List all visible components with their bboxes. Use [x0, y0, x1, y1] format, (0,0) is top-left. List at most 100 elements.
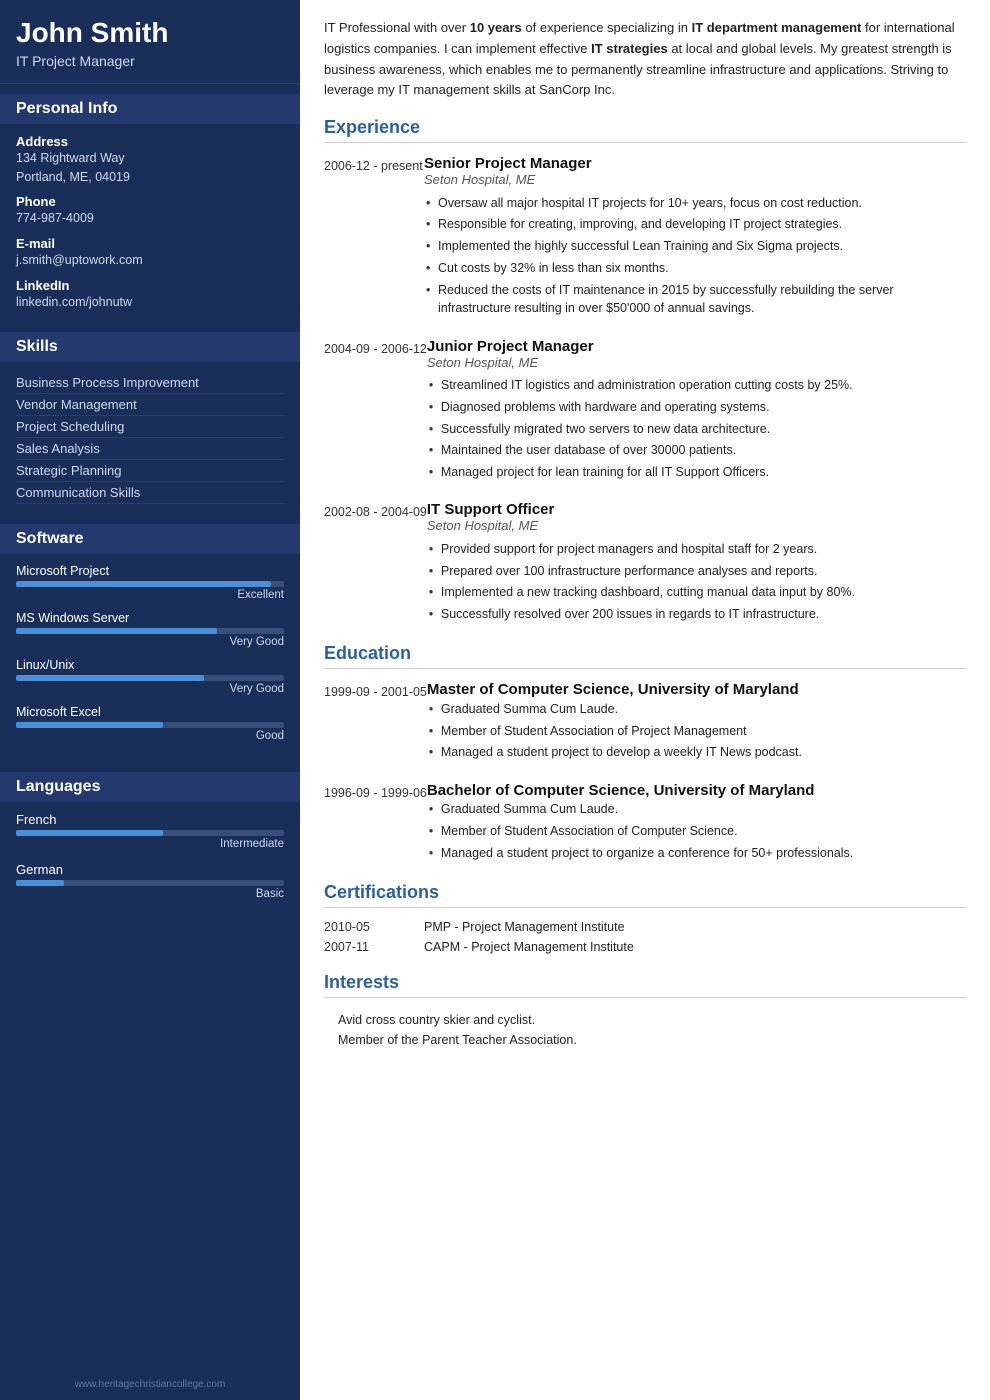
- bullet-item: Graduated Summa Cum Laude.: [427, 799, 966, 821]
- entry-company: Seton Hospital, ME: [427, 355, 966, 370]
- linkedin-label: LinkedIn: [16, 278, 284, 293]
- bullet-item: Implemented the highly successful Lean T…: [424, 236, 966, 258]
- email-value: j.smith@uptowork.com: [16, 251, 284, 270]
- phone-value: 774-987-4009: [16, 209, 284, 228]
- address-line1: 134 Rightward Way: [16, 149, 284, 168]
- software-bar: [16, 628, 284, 634]
- skill-item: Sales Analysis: [16, 438, 284, 460]
- skill-item: Project Scheduling: [16, 416, 284, 438]
- entry-date: 1996-09 - 1999-06: [324, 782, 427, 864]
- software-item: Linux/Unix Very Good: [16, 658, 284, 695]
- bullet-item: Managed a student project to develop a w…: [427, 742, 966, 764]
- certifications-section: Certifications 2010-05PMP - Project Mana…: [324, 882, 966, 954]
- interests-section: Interests Avid cross country skier and c…: [324, 972, 966, 1050]
- bullet-item: Cut costs by 32% in less than six months…: [424, 257, 966, 279]
- language-level: Intermediate: [16, 838, 284, 850]
- software-item: MS Windows Server Very Good: [16, 611, 284, 648]
- entry-date: 2002-08 - 2004-09: [324, 501, 427, 625]
- entry-title: Master of Computer Science, University o…: [427, 681, 966, 698]
- cert-date: 2010-05: [324, 920, 424, 934]
- skills-title: Skills: [0, 332, 300, 362]
- experience-section: Experience 2006-12 - presentSenior Proje…: [324, 117, 966, 625]
- entry-company: Seton Hospital, ME: [427, 518, 966, 533]
- entry-date: 2006-12 - present: [324, 155, 424, 320]
- personal-info-section: Personal Info Address 134 Rightward Way …: [0, 84, 300, 322]
- software-name: Microsoft Excel: [16, 705, 284, 719]
- sidebar: John Smith IT Project Manager Personal I…: [0, 0, 300, 1400]
- entry-body: Junior Project ManagerSeton Hospital, ME…: [427, 338, 966, 484]
- cert-name: CAPM - Project Management Institute: [424, 940, 634, 954]
- education-section: Education 1999-09 - 2001-05Master of Com…: [324, 643, 966, 864]
- language-item: French Intermediate: [16, 812, 284, 850]
- skills-section: Skills Business Process ImprovementVendo…: [0, 322, 300, 514]
- email-label: E-mail: [16, 236, 284, 251]
- entry-date: 2004-09 - 2006-12: [324, 338, 427, 484]
- languages-title: Languages: [0, 772, 300, 802]
- software-title: Software: [0, 524, 300, 554]
- education-entry: 1999-09 - 2001-05Master of Computer Scie…: [324, 681, 966, 763]
- bullet-item: Graduated Summa Cum Laude.: [427, 698, 966, 720]
- candidate-name: John Smith: [16, 18, 284, 49]
- bullet-item: Member of Student Association of Project…: [427, 720, 966, 742]
- interests-title: Interests: [324, 972, 966, 998]
- experience-entry: 2006-12 - presentSenior Project ManagerS…: [324, 155, 966, 320]
- software-name: Linux/Unix: [16, 658, 284, 672]
- language-bar: [16, 880, 284, 886]
- software-level: Excellent: [16, 589, 284, 601]
- entry-title: Senior Project Manager: [424, 155, 966, 172]
- education-entry: 1996-09 - 1999-06Bachelor of Computer Sc…: [324, 782, 966, 864]
- cert-date: 2007-11: [324, 940, 424, 954]
- skill-item: Vendor Management: [16, 394, 284, 416]
- software-name: MS Windows Server: [16, 611, 284, 625]
- sidebar-header: John Smith IT Project Manager: [0, 0, 300, 84]
- software-section: Software Microsoft Project Excellent MS Wi…: [0, 514, 300, 762]
- software-item: Microsoft Excel Good: [16, 705, 284, 742]
- bullet-item: Responsible for creating, improving, and…: [424, 214, 966, 236]
- language-level: Basic: [16, 888, 284, 900]
- bullet-item: Implemented a new tracking dashboard, cu…: [427, 582, 966, 604]
- bullet-item: Provided support for project managers an…: [427, 538, 966, 560]
- software-bar: [16, 581, 284, 587]
- skill-item: Strategic Planning: [16, 460, 284, 482]
- phone-label: Phone: [16, 194, 284, 209]
- personal-info-title: Personal Info: [0, 94, 300, 124]
- software-bar: [16, 675, 284, 681]
- certifications-title: Certifications: [324, 882, 966, 908]
- interest-item: Member of the Parent Teacher Association…: [324, 1030, 966, 1050]
- entry-body: Master of Computer Science, University o…: [427, 681, 966, 763]
- bullet-item: Member of Student Association of Compute…: [427, 820, 966, 842]
- software-name: Microsoft Project: [16, 564, 284, 578]
- bullet-item: Successfully migrated two servers to new…: [427, 418, 966, 440]
- bullet-item: Oversaw all major hospital IT projects f…: [424, 192, 966, 214]
- bullet-item: Prepared over 100 infrastructure perform…: [427, 560, 966, 582]
- software-item: Microsoft Project Excellent: [16, 564, 284, 601]
- bullet-item: Managed a student project to organize a …: [427, 842, 966, 864]
- summary: IT Professional with over 10 years of ex…: [324, 18, 966, 101]
- languages-section: Languages French Intermediate German Basic: [0, 762, 300, 922]
- entry-title: IT Support Officer: [427, 501, 966, 518]
- entry-date: 1999-09 - 2001-05: [324, 681, 427, 763]
- job-title: IT Project Manager: [16, 53, 284, 69]
- software-level: Good: [16, 730, 284, 742]
- software-level: Very Good: [16, 683, 284, 695]
- entry-title: Bachelor of Computer Science, University…: [427, 782, 966, 799]
- linkedin-value: linkedin.com/johnutw: [16, 293, 284, 312]
- bullet-item: Reduced the costs of IT maintenance in 2…: [424, 279, 966, 320]
- skill-item: Communication Skills: [16, 482, 284, 504]
- entry-company: Seton Hospital, ME: [424, 172, 966, 187]
- language-name: German: [16, 862, 284, 877]
- language-item: German Basic: [16, 862, 284, 900]
- entry-body: Senior Project ManagerSeton Hospital, ME…: [424, 155, 966, 320]
- software-level: Very Good: [16, 636, 284, 648]
- language-name: French: [16, 812, 284, 827]
- entry-body: IT Support OfficerSeton Hospital, ME Prov…: [427, 501, 966, 625]
- address-label: Address: [16, 134, 284, 149]
- certification-entry: 2007-11CAPM - Project Management Institu…: [324, 940, 966, 954]
- skill-item: Business Process Improvement: [16, 372, 284, 394]
- bullet-item: Managed project for lean training for al…: [427, 462, 966, 484]
- entry-body: Bachelor of Computer Science, University…: [427, 782, 966, 864]
- entry-title: Junior Project Manager: [427, 338, 966, 355]
- software-bar: [16, 722, 284, 728]
- certification-entry: 2010-05PMP - Project Management Institut…: [324, 920, 966, 934]
- experience-entry: 2004-09 - 2006-12Junior Project ManagerS…: [324, 338, 966, 484]
